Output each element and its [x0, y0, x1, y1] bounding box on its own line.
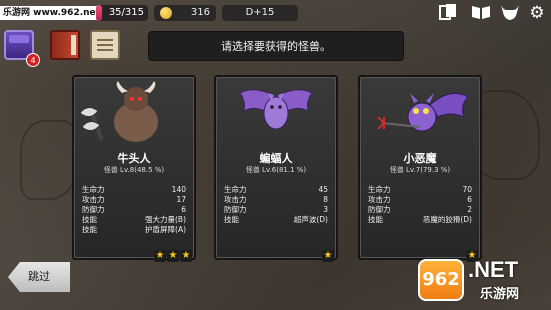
- logo-cn: 乐游网: [480, 287, 520, 302]
- monster-name: 小恶魔: [403, 152, 437, 165]
- logo-number: 962: [418, 259, 464, 301]
- stat-row: 攻击力 6: [368, 195, 472, 205]
- star-icon: ★: [154, 250, 166, 262]
- stat-row: 技能 强大力量(B): [82, 215, 186, 225]
- stat-value: 6: [181, 205, 186, 214]
- star-icon: ★: [167, 250, 179, 262]
- stats-list: 生命力 140 攻击力 17 防御力 6 技能 强大力量(B) 技能 护盾屏障(…: [82, 185, 186, 235]
- stat-row: 技能 恶魔的狡猾(D): [368, 215, 472, 225]
- stat-value: 8: [323, 195, 328, 204]
- stat-label: 攻击力: [368, 195, 391, 204]
- stat-row: 防御力 6: [82, 205, 186, 215]
- stat-value: 140: [171, 185, 186, 194]
- coin-icon: [160, 7, 172, 19]
- stats-list: 生命力 45 攻击力 8 防御力 3 技能 超声波(D): [224, 185, 328, 225]
- monster-card[interactable]: 小恶魔 怪兽 Lv.7(79.3 %) 生命力 70 攻击力 6 防御力 2 技…: [358, 75, 482, 262]
- rarity-stars: ★ ★ ★: [153, 243, 192, 262]
- stat-value: 超声波(D): [293, 215, 328, 224]
- stats-list: 生命力 70 攻击力 6 防御力 2 技能 恶魔的狡猾(D): [368, 185, 472, 225]
- monster-level: 怪兽 Lv.6(81.1 %): [245, 166, 307, 174]
- stat-row: 技能 超声波(D): [224, 215, 328, 225]
- stat-row: 防御力 3: [224, 205, 328, 215]
- hp-bar: 35/315: [96, 5, 148, 21]
- top-bar: 乐游网 www.962.net 35/315 316 D+15 ⚙: [0, 0, 551, 27]
- stat-value: 6: [467, 195, 472, 204]
- hp-text: 35/315: [108, 7, 144, 18]
- map-background: [20, 120, 80, 200]
- logo-net: .NET: [468, 257, 519, 282]
- deck-icon[interactable]: [437, 3, 459, 23]
- watermark: 乐游网 www.962.net: [0, 6, 103, 20]
- book-open-icon[interactable]: [470, 3, 492, 23]
- stat-label: 技能: [82, 225, 97, 234]
- stat-label: 防御力: [82, 205, 105, 214]
- chest-count-badge: 4: [26, 53, 40, 67]
- monster-card[interactable]: 牛头人 怪兽 Lv.8(48.5 %) 生命力 140 攻击力 17 防御力 6…: [72, 75, 196, 262]
- gold-counter: 316: [154, 5, 216, 21]
- stat-label: 生命力: [224, 185, 247, 194]
- stat-label: 生命力: [82, 185, 105, 194]
- stat-row: 生命力 45: [224, 185, 328, 195]
- star-icon: ★: [180, 250, 192, 262]
- stat-label: 防御力: [224, 205, 247, 214]
- rarity-stars: ★: [321, 243, 334, 262]
- minotaur-art: [79, 81, 158, 142]
- stat-value: 2: [467, 205, 472, 214]
- stat-label: 防御力: [368, 205, 391, 214]
- stat-row: 攻击力 17: [82, 195, 186, 205]
- bat-art: [239, 89, 313, 130]
- stat-row: 防御力 2: [368, 205, 472, 215]
- stat-value: 17: [176, 195, 186, 204]
- stat-row: 技能 护盾屏障(A): [82, 225, 186, 235]
- stat-label: 技能: [224, 215, 239, 224]
- monster-card[interactable]: 蝙蝠人 怪兽 Lv.6(81.1 %) 生命力 45 攻击力 8 防御力 3 技…: [214, 75, 338, 262]
- skip-button[interactable]: 跳过: [8, 262, 70, 292]
- red-book-icon[interactable]: [50, 30, 80, 60]
- star-icon: ★: [322, 250, 334, 262]
- monster-level: 怪兽 Lv.7(79.3 %): [389, 166, 451, 174]
- stat-label: 技能: [368, 215, 383, 224]
- imp-art: [377, 92, 469, 132]
- stat-label: 攻击力: [82, 195, 105, 204]
- settings-gear-icon[interactable]: ⚙: [526, 3, 548, 23]
- monster-name: 牛头人: [117, 152, 151, 165]
- stat-label: 技能: [82, 215, 97, 224]
- monster-level: 怪兽 Lv.8(48.5 %): [103, 166, 165, 174]
- site-logo: 962 .NET 乐游网: [418, 255, 546, 305]
- stat-row: 生命力 70: [368, 185, 472, 195]
- stat-row: 生命力 140: [82, 185, 186, 195]
- stat-value: 护盾屏障(A): [145, 225, 186, 234]
- stat-row: 攻击力 8: [224, 195, 328, 205]
- day-counter: D+15: [222, 5, 298, 21]
- selection-prompt: 请选择要获得的怪兽。: [148, 31, 404, 61]
- monster-name: 蝙蝠人: [259, 152, 293, 165]
- stat-label: 生命力: [368, 185, 391, 194]
- stat-value: 3: [323, 205, 328, 214]
- stat-label: 攻击力: [224, 195, 247, 204]
- stat-value: 恶魔的狡猾(D): [422, 215, 472, 224]
- stat-value: 45: [318, 185, 328, 194]
- gold-amount: 316: [190, 7, 210, 18]
- scroll-icon[interactable]: [90, 30, 120, 60]
- stat-value: 强大力量(B): [145, 215, 186, 224]
- stat-value: 70: [462, 185, 472, 194]
- bull-head-icon[interactable]: [499, 3, 521, 23]
